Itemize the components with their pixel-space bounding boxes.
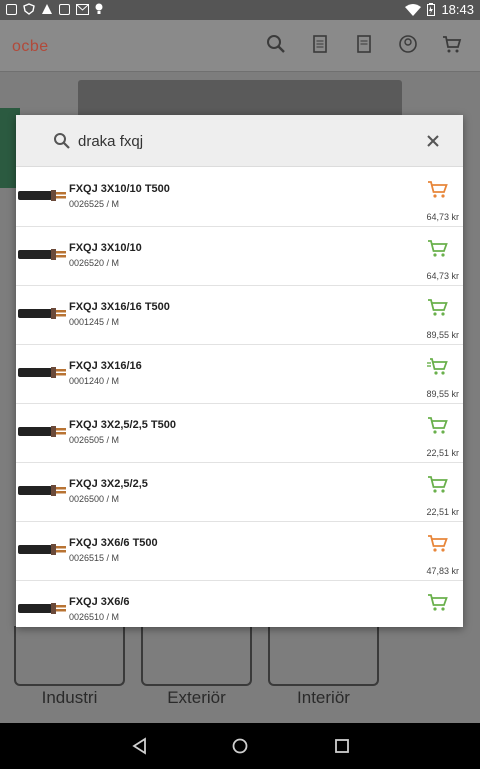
order-list-icon[interactable]	[354, 34, 374, 54]
cart-green-icon[interactable]	[427, 297, 449, 317]
product-sku: 0001245 / M	[69, 317, 120, 327]
document-icon[interactable]	[310, 34, 330, 54]
cart-green-icon[interactable]	[427, 238, 449, 258]
product-sku: 0026525 / M	[69, 199, 120, 209]
cable-thumbnail	[18, 249, 66, 260]
product-price: 22,51 kr	[426, 448, 459, 458]
cart-icon[interactable]	[442, 34, 462, 54]
product-name: FXQJ 3X10/10 T500	[69, 183, 170, 195]
cable-thumbnail	[18, 485, 66, 496]
cart-green-icon[interactable]	[427, 415, 449, 435]
list-item[interactable]: FXQJ 3X6/6 0026510 / M	[16, 581, 463, 627]
cart-fast-icon[interactable]	[427, 356, 449, 376]
wifi-icon	[405, 3, 422, 16]
bulb-icon	[95, 3, 103, 14]
search-input[interactable]	[78, 128, 398, 154]
cable-thumbnail	[18, 367, 66, 378]
category-label-industri: Industri	[41, 688, 98, 707]
cart-orange-icon[interactable]	[427, 179, 449, 199]
clock: 18:43	[441, 2, 474, 17]
status-bar: 18:43	[0, 0, 480, 20]
search-results-list: FXQJ 3X10/10 T500 0026525 / M 64,73 kr F…	[16, 168, 463, 627]
category-tile-interior[interactable]	[268, 626, 379, 686]
category-tile-industri[interactable]	[14, 626, 125, 686]
product-sku: 0026520 / M	[69, 258, 120, 268]
product-sku: 0026500 / M	[69, 494, 120, 504]
list-item[interactable]: FXQJ 3X10/10 T500 0026525 / M 64,73 kr	[16, 168, 463, 227]
back-icon[interactable]	[130, 736, 150, 756]
list-item[interactable]: FXQJ 3X6/6 T500 0026515 / M 47,83 kr	[16, 522, 463, 581]
product-price: 22,51 kr	[426, 507, 459, 517]
list-item[interactable]: FXQJ 3X2,5/2,5 T500 0026505 / M 22,51 kr	[16, 404, 463, 463]
warning-icon	[42, 4, 52, 14]
product-sku: 0026510 / M	[69, 612, 120, 622]
product-name: FXQJ 3X16/16 T500	[69, 301, 170, 313]
app-bar: ocbe	[0, 20, 480, 72]
category-label-exterior: Exteriör	[167, 688, 226, 707]
search-bar	[16, 115, 463, 167]
cable-thumbnail	[18, 426, 66, 437]
google-plus-icon	[59, 3, 70, 15]
product-sku: 0026505 / M	[69, 435, 120, 445]
list-item[interactable]: FXQJ 3X16/16 T500 0001245 / M 89,55 kr	[16, 286, 463, 345]
product-name: FXQJ 3X10/10	[69, 242, 142, 254]
recents-icon[interactable]	[332, 736, 352, 756]
search-dialog: FXQJ 3X10/10 T500 0026525 / M 64,73 kr F…	[16, 115, 463, 627]
category-tile-exterior[interactable]	[141, 626, 252, 686]
account-icon[interactable]	[398, 34, 418, 54]
product-sku: 0001240 / M	[69, 376, 120, 386]
product-name: FXQJ 3X16/16	[69, 360, 142, 372]
product-name: FXQJ 3X6/6 T500	[69, 537, 158, 549]
system-navigation-bar	[0, 723, 480, 769]
app-logo: ocbe	[12, 38, 49, 55]
close-icon[interactable]	[423, 131, 443, 151]
search-icon	[54, 133, 70, 149]
product-price: 64,73 kr	[426, 212, 459, 222]
cart-green-icon[interactable]	[427, 474, 449, 494]
product-price: 47,83 kr	[426, 566, 459, 576]
cart-green-icon[interactable]	[427, 592, 449, 612]
shield-icon	[23, 3, 35, 15]
cart-orange-icon[interactable]	[427, 533, 449, 553]
search-icon[interactable]	[266, 34, 286, 54]
list-item[interactable]: FXQJ 3X2,5/2,5 0026500 / M 22,51 kr	[16, 463, 463, 522]
screenshot-icon	[6, 3, 17, 15]
list-item[interactable]: FXQJ 3X10/10 0026520 / M 64,73 kr	[16, 227, 463, 286]
battery-icon	[427, 3, 436, 16]
product-price: 89,55 kr	[426, 330, 459, 340]
category-label-interior: Interiör	[297, 688, 350, 707]
cable-thumbnail	[18, 308, 66, 319]
product-name: FXQJ 3X6/6	[69, 596, 130, 608]
home-icon[interactable]	[230, 736, 250, 756]
cable-thumbnail	[18, 544, 66, 555]
product-sku: 0026515 / M	[69, 553, 120, 563]
mail-icon	[76, 3, 89, 15]
list-item[interactable]: FXQJ 3X16/16 0001240 / M 89,55 kr	[16, 345, 463, 404]
cable-thumbnail	[18, 190, 66, 201]
cable-thumbnail	[18, 603, 66, 614]
product-price: 89,55 kr	[426, 389, 459, 399]
product-price: 64,73 kr	[426, 271, 459, 281]
product-name: FXQJ 3X2,5/2,5 T500	[69, 419, 177, 431]
product-name: FXQJ 3X2,5/2,5	[69, 478, 148, 490]
category-tiles	[14, 626, 466, 686]
